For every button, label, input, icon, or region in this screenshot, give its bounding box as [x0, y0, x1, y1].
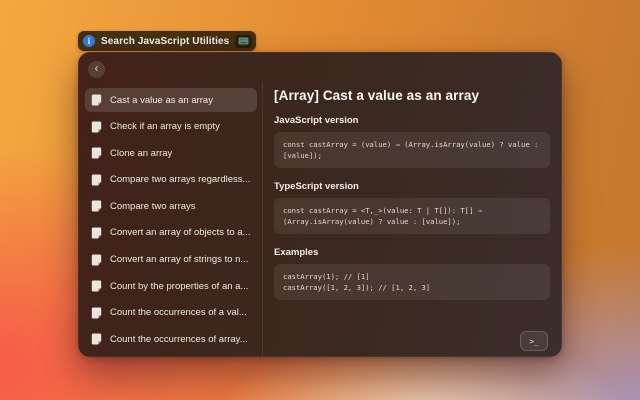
list-item[interactable]: Convert an array of objects to a...	[85, 221, 257, 245]
list-item-label: Count the occurrences of a val...	[110, 307, 247, 318]
terminal-action-button[interactable]: >_	[520, 331, 548, 351]
code-block-typescript: const castArray = <T,_>(value: T | T[]):…	[274, 198, 550, 234]
document-icon	[91, 333, 102, 345]
document-icon	[91, 121, 102, 133]
code-block-javascript: const castArray = (value) ⇒ (Array.isArr…	[274, 132, 550, 168]
list-item[interactable]: Count the occurrences of array...	[85, 327, 257, 351]
document-icon	[91, 227, 102, 239]
section-heading-examples: Examples	[274, 247, 550, 258]
list-item[interactable]: Check if an array is empty	[85, 115, 257, 139]
detail-pane: [Array] Cast a value as an array JavaScr…	[274, 88, 550, 313]
document-icon	[91, 307, 102, 319]
detail-title: [Array] Cast a value as an array	[274, 88, 550, 103]
code-block-examples: castArray(1); // [1] castArray([1, 2, 3]…	[274, 264, 550, 300]
utility-list: Cast a value as an array Check if an arr…	[85, 88, 257, 357]
list-item[interactable]: Clone an array	[85, 141, 257, 165]
list-item-label: Check if an array is empty	[110, 121, 220, 132]
section-heading-javascript: JavaScript version	[274, 115, 550, 126]
document-icon	[91, 280, 102, 292]
document-icon	[91, 200, 102, 212]
list-item[interactable]: Compare two arrays regardless...	[85, 168, 257, 192]
launcher-title: Search JavaScript Utilities	[101, 36, 229, 47]
list-item-label: Convert an array of objects to a...	[110, 227, 250, 238]
list-item[interactable]: Convert an array of strings to n...	[85, 248, 257, 272]
document-icon	[91, 94, 102, 106]
pane-divider	[262, 82, 263, 357]
list-item[interactable]: Cast a value as an array	[85, 88, 257, 112]
list-item-label: Count the occurrences of array...	[110, 334, 248, 345]
list-item-label: Compare two arrays regardless...	[110, 174, 250, 185]
list-item[interactable]: Create an array of cumulative...	[85, 354, 257, 357]
list-item-label: Compare two arrays	[110, 201, 196, 212]
list-item-label: Count by the properties of an a...	[110, 281, 248, 292]
list-item[interactable]: Count the occurrences of a val...	[85, 301, 257, 325]
document-icon	[91, 254, 102, 266]
info-icon: i	[83, 35, 95, 47]
section-heading-typescript: TypeScript version	[274, 181, 550, 192]
list-item-label: Cast a value as an array	[110, 95, 213, 106]
document-icon	[91, 147, 102, 159]
launcher-pill[interactable]: i Search JavaScript Utilities	[78, 31, 256, 51]
extension-window: ‹ Cast a value as an array Check if an a…	[78, 52, 562, 357]
back-button[interactable]: ‹	[88, 61, 105, 78]
list-item-label: Clone an array	[110, 148, 172, 159]
document-icon	[91, 174, 102, 186]
keyboard-icon	[235, 35, 252, 48]
list-item-label: Convert an array of strings to n...	[110, 254, 248, 265]
list-item[interactable]: Count by the properties of an a...	[85, 274, 257, 298]
terminal-icon: >_	[529, 337, 538, 346]
list-item[interactable]: Compare two arrays	[85, 194, 257, 218]
